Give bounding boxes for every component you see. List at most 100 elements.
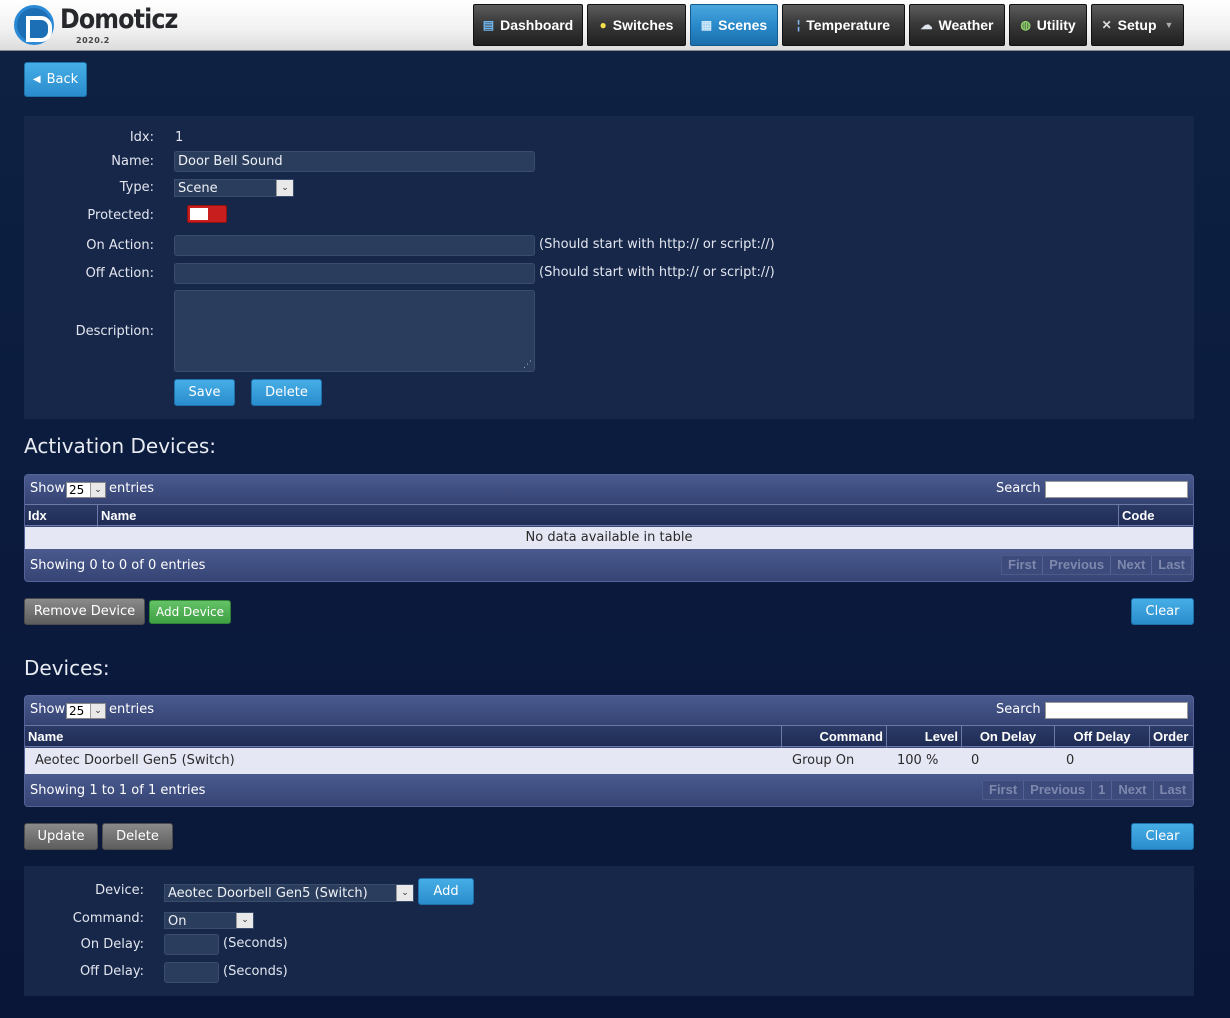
devices-table-info: Showing 1 to 1 of 1 entries bbox=[30, 783, 206, 798]
activation-search-input[interactable] bbox=[1045, 481, 1188, 498]
device-label: Device: bbox=[95, 883, 144, 898]
activation-table-info: Showing 0 to 0 of 0 entries bbox=[30, 558, 206, 573]
nav-weather-label: Weather bbox=[938, 17, 994, 33]
name-input[interactable]: Door Bell Sound bbox=[174, 151, 535, 172]
device-command-cell: Group On bbox=[792, 753, 855, 768]
column-code[interactable]: Code bbox=[1119, 505, 1193, 527]
page-previous-button[interactable]: Previous bbox=[1024, 781, 1093, 799]
scene-edit-panel: Idx: 1 Name: Door Bell Sound Type: Scene… bbox=[24, 116, 1194, 419]
chevron-down-icon: ⌄ bbox=[90, 483, 105, 497]
thermometer-icon: ¦ bbox=[796, 18, 801, 32]
nav-weather[interactable]: ☁ Weather bbox=[909, 4, 1005, 46]
chevron-left-icon: ◀ bbox=[32, 74, 41, 85]
command-label: Command: bbox=[72, 911, 144, 926]
on-delay-unit: (Seconds) bbox=[223, 936, 288, 951]
empty-table-message: No data available in table bbox=[525, 530, 693, 545]
description-textarea[interactable] bbox=[174, 290, 535, 372]
cloud-rain-icon: ☁ bbox=[920, 18, 933, 32]
back-button-label: Back bbox=[46, 72, 79, 87]
page-last-button[interactable]: Last bbox=[1152, 556, 1192, 574]
nav-temperature-label: Temperature bbox=[806, 17, 891, 33]
devices-search-input[interactable] bbox=[1045, 702, 1188, 719]
activation-length-select[interactable]: 25 ⌄ bbox=[66, 482, 106, 498]
off-action-hint: (Should start with http:// or script://) bbox=[539, 265, 775, 280]
search-label: Search : bbox=[996, 702, 1050, 717]
column-name[interactable]: Name bbox=[25, 726, 782, 748]
resize-handle-icon[interactable]: ⋰ bbox=[523, 360, 532, 370]
nav-setup[interactable]: ✕ Setup ▼ bbox=[1091, 4, 1184, 46]
column-on-delay[interactable]: On Delay bbox=[962, 726, 1055, 748]
devices-table-header: Name Command Level On Delay Off Delay Or… bbox=[25, 725, 1193, 748]
nav-dashboard[interactable]: ▤ Dashboard bbox=[473, 4, 583, 46]
device-name-cell: Aeotec Doorbell Gen5 (Switch) bbox=[35, 753, 235, 768]
table-row[interactable]: Aeotec Doorbell Gen5 (Switch) Group On 1… bbox=[25, 748, 1193, 774]
domoticz-logo[interactable]: Domoticz 2020.2 bbox=[14, 4, 178, 47]
nav-temperature[interactable]: ¦ Temperature bbox=[782, 4, 905, 46]
add-button[interactable]: Add bbox=[418, 878, 474, 905]
page-next-button[interactable]: Next bbox=[1112, 781, 1154, 799]
on-delay-input[interactable] bbox=[164, 934, 219, 955]
activation-table-header: Idx Name Code bbox=[25, 504, 1193, 527]
clapperboard-icon: ▦ bbox=[700, 18, 713, 32]
page-last-button[interactable]: Last bbox=[1153, 781, 1193, 799]
on-action-label: On Action: bbox=[86, 238, 154, 253]
device-select[interactable]: Aeotec Doorbell Gen5 (Switch) ⌄ bbox=[164, 884, 414, 902]
delete-scene-button[interactable]: Delete bbox=[251, 379, 322, 406]
idx-label: Idx: bbox=[129, 130, 154, 145]
lightbulb-icon: ● bbox=[599, 18, 607, 32]
nav-utility-label: Utility bbox=[1036, 17, 1076, 33]
nav-switches[interactable]: ● Switches bbox=[587, 4, 686, 46]
table-row-empty: No data available in table bbox=[25, 527, 1193, 549]
nav-scenes[interactable]: ▦ Scenes bbox=[690, 4, 778, 46]
page-next-button[interactable]: Next bbox=[1111, 556, 1153, 574]
remove-device-button[interactable]: Remove Device bbox=[24, 598, 145, 625]
domoticz-logo-icon bbox=[14, 5, 54, 45]
protected-toggle[interactable] bbox=[187, 205, 227, 223]
activation-table-toolbar: Show 25 ⌄ entries Search : bbox=[25, 475, 1193, 504]
clear-activation-button[interactable]: Clear bbox=[1131, 598, 1194, 625]
type-select[interactable]: Scene ⌄ bbox=[174, 179, 294, 197]
column-idx[interactable]: Idx bbox=[25, 505, 98, 527]
devices-table: Show 25 ⌄ entries Search : Name Command … bbox=[24, 695, 1194, 807]
delete-device-button[interactable]: Delete bbox=[102, 823, 173, 850]
devices-pagination: First Previous 1 Next Last bbox=[982, 780, 1193, 800]
devices-table-footer: Showing 1 to 1 of 1 entries First Previo… bbox=[25, 774, 1193, 806]
nav-utility[interactable]: ◍ Utility bbox=[1009, 4, 1087, 46]
chevron-down-icon: ▼ bbox=[1164, 20, 1174, 30]
off-action-input[interactable] bbox=[174, 263, 535, 284]
on-delay-label: On Delay: bbox=[80, 937, 144, 952]
page-1-button[interactable]: 1 bbox=[1092, 781, 1113, 799]
column-off-delay[interactable]: Off Delay bbox=[1055, 726, 1150, 748]
off-delay-input[interactable] bbox=[164, 962, 219, 983]
chevron-down-icon: ⌄ bbox=[396, 885, 413, 901]
back-button[interactable]: ◀ Back bbox=[24, 62, 87, 97]
column-order[interactable]: Order bbox=[1150, 726, 1193, 748]
off-action-label: Off Action: bbox=[85, 266, 154, 281]
command-select[interactable]: On ⌄ bbox=[164, 912, 254, 929]
column-level[interactable]: Level bbox=[887, 726, 962, 748]
add-device-panel: Device: Aeotec Doorbell Gen5 (Switch) ⌄ … bbox=[24, 866, 1194, 996]
save-button[interactable]: Save bbox=[174, 379, 235, 406]
page-first-button[interactable]: First bbox=[983, 781, 1025, 799]
idx-value: 1 bbox=[175, 130, 184, 145]
type-label: Type: bbox=[119, 180, 154, 195]
add-device-button[interactable]: Add Device bbox=[149, 600, 231, 624]
name-label: Name: bbox=[111, 154, 154, 169]
devices-length-select[interactable]: 25 ⌄ bbox=[66, 703, 106, 719]
devices-table-toolbar: Show 25 ⌄ entries Search : bbox=[25, 696, 1193, 725]
activation-table-footer: Showing 0 to 0 of 0 entries First Previo… bbox=[25, 549, 1193, 581]
nav-setup-label: Setup bbox=[1117, 17, 1157, 33]
entries-label: entries bbox=[109, 481, 155, 496]
top-bar: Domoticz 2020.2 ▤ Dashboard ● Switches ▦… bbox=[0, 0, 1230, 51]
on-action-input[interactable] bbox=[174, 235, 535, 256]
activation-devices-table: Show 25 ⌄ entries Search : Idx Name Code… bbox=[24, 474, 1194, 582]
page-first-button[interactable]: First bbox=[1002, 556, 1044, 574]
clear-devices-button[interactable]: Clear bbox=[1131, 823, 1194, 850]
column-name[interactable]: Name bbox=[98, 505, 1119, 527]
column-command[interactable]: Command bbox=[782, 726, 887, 748]
on-action-hint: (Should start with http:// or script://) bbox=[539, 237, 775, 252]
page-previous-button[interactable]: Previous bbox=[1043, 556, 1112, 574]
chevron-down-icon: ⌄ bbox=[90, 704, 105, 718]
update-button[interactable]: Update bbox=[24, 823, 98, 850]
activation-pagination: First Previous Next Last bbox=[1001, 555, 1193, 575]
